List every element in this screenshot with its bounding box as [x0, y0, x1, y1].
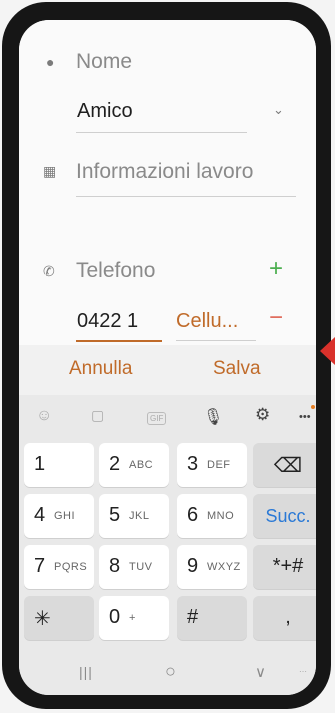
key-7[interactable]: 7 PQRS: [24, 545, 94, 589]
name-value[interactable]: Amico: [77, 100, 133, 123]
notification-dot: [311, 405, 315, 409]
name-label: Nome: [76, 50, 133, 73]
microphone-icon[interactable]: 🎙: [203, 407, 223, 427]
phone-type-selector[interactable]: Cellu...: [176, 310, 238, 333]
navigation-bar: ||| ○ ∨ ⋯: [19, 653, 316, 695]
key-1[interactable]: 1: [24, 443, 94, 487]
screen: ● Nome Amico ⌄ ▦ Informazioni lavoro ✆ T…: [19, 20, 316, 695]
add-phone-button[interactable]: +: [269, 255, 283, 283]
work-info-label[interactable]: Informazioni lavoro: [76, 160, 253, 184]
key-4[interactable]: 4 GHI: [24, 494, 94, 538]
work-underline: [76, 196, 296, 197]
next-key[interactable]: Succ.: [253, 494, 316, 538]
phone-input-underline: [76, 340, 162, 342]
sticker-icon[interactable]: ▢: [91, 407, 104, 424]
hash-key[interactable]: #: [177, 596, 247, 640]
person-icon: ●: [46, 54, 55, 70]
home-icon[interactable]: ○: [165, 661, 176, 682]
more-options-icon[interactable]: •••: [299, 411, 311, 423]
gear-icon[interactable]: ⚙: [255, 405, 270, 425]
phone-number-input[interactable]: 0422 1: [77, 310, 138, 333]
remove-phone-button[interactable]: −: [269, 304, 283, 332]
key-5[interactable]: 5 JKL: [99, 494, 169, 538]
key-9[interactable]: 9 WXYZ: [177, 545, 247, 589]
key-0[interactable]: 0 +: [99, 596, 169, 640]
backspace-key[interactable]: ⌫: [253, 443, 316, 487]
action-bar: Annulla Salva: [19, 345, 316, 395]
contact-form: ● Nome Amico ⌄ ▦ Informazioni lavoro ✆ T…: [19, 20, 316, 345]
asterisk-key[interactable]: ✳: [24, 596, 94, 640]
symbols-key[interactable]: *+#: [253, 545, 316, 589]
chevron-down-icon[interactable]: ⌄: [273, 102, 284, 118]
back-icon[interactable]: ∨: [255, 663, 266, 681]
keyboard: ☺ ▢ GIF 🎙 ⚙ ••• 1 2 ABC 3 DEF ⌫ 4 GHI 5 JKL …: [19, 395, 316, 695]
cancel-button[interactable]: Annulla: [69, 358, 132, 380]
phone-icon: ✆: [43, 263, 55, 279]
building-icon: ▦: [43, 163, 57, 179]
key-3[interactable]: 3 DEF: [177, 443, 247, 487]
key-6[interactable]: 6 MNO: [177, 494, 247, 538]
phone-type-underline: [176, 340, 256, 341]
pointer-arrow: [320, 337, 335, 365]
gif-icon[interactable]: GIF: [147, 412, 167, 425]
key-8[interactable]: 8 TUV: [99, 545, 169, 589]
backspace-icon: ⌫: [273, 455, 303, 477]
key-2[interactable]: 2 ABC: [99, 443, 169, 487]
keyboard-hide-icon[interactable]: ⋯: [299, 667, 307, 676]
recents-icon[interactable]: |||: [79, 664, 93, 680]
phone-frame: ● Nome Amico ⌄ ▦ Informazioni lavoro ✆ T…: [2, 2, 331, 709]
comma-key[interactable]: ,: [253, 596, 316, 640]
emoji-icon[interactable]: ☺: [36, 407, 52, 425]
name-underline: [76, 132, 247, 133]
save-button[interactable]: Salva: [213, 358, 261, 380]
phone-label: Telefono: [76, 259, 156, 282]
